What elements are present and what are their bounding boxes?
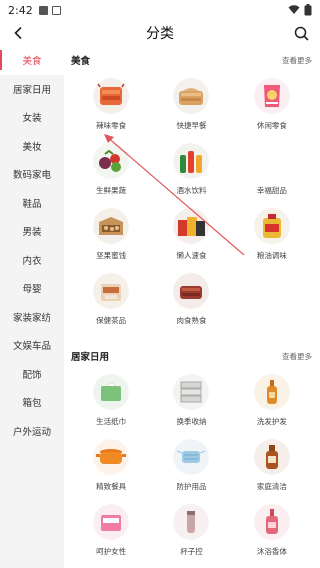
subcategory-label: 生鲜果蔬 <box>96 186 127 195</box>
meat-icon <box>173 273 210 309</box>
subcategory-grain-oil[interactable]: 粮油调味 <box>232 204 312 269</box>
mask-icon <box>173 439 210 475</box>
subcategory-cups[interactable]: 杯子控 <box>151 500 231 565</box>
nuts-box-icon <box>93 208 130 244</box>
sidebar-item-women[interactable]: 女装 <box>0 103 64 132</box>
sidebar-item-beauty[interactable]: 美妆 <box>0 132 64 161</box>
subcategory-nuts[interactable]: 坚果蜜饯 <box>71 204 151 269</box>
page-title: 分类 <box>146 26 174 42</box>
subcategory-label: 防护用品 <box>176 482 207 491</box>
subcategory-tableware[interactable]: 精致餐具 <box>71 435 151 500</box>
pot-icon <box>93 439 130 475</box>
sidebar-item-outdoor[interactable]: 户外运动 <box>0 417 64 446</box>
shampoo-icon <box>253 374 290 410</box>
sidebar-item-shoes[interactable]: 鞋品 <box>0 189 64 218</box>
tissue-icon <box>93 374 130 410</box>
subcategory-breakfast[interactable]: 快捷早餐 <box>151 74 231 139</box>
back-button[interactable] <box>8 22 30 44</box>
subcategory-label: 换季收纳 <box>176 417 207 426</box>
arrow-left-icon <box>14 26 22 40</box>
see-more-link[interactable]: 查看更多 <box>282 351 312 362</box>
subcategory-storage[interactable]: 换季收纳 <box>151 370 231 435</box>
bodywash-icon <box>253 504 290 540</box>
cup-icon <box>173 504 210 540</box>
subcategory-label: 精致餐具 <box>96 482 127 491</box>
sidebar-item-baby[interactable]: 母婴 <box>0 274 64 303</box>
section-title: 居家日用 <box>71 352 110 363</box>
subcategory-cleaning[interactable]: 家庭清洁 <box>232 435 312 500</box>
subcategory-label: 沐浴香体 <box>256 547 287 556</box>
section-header-food: 美食 查看更多 <box>71 46 312 74</box>
gallery-notification-icon <box>38 5 48 15</box>
sidebar-item-furnishing[interactable]: 家装家纺 <box>0 303 64 332</box>
subcategory-drinks[interactable]: 酒水饮料 <box>151 139 231 204</box>
subcategory-tissue[interactable]: 生活纸巾 <box>71 370 151 435</box>
header: 分类 <box>0 20 320 46</box>
tea-icon <box>93 273 130 309</box>
status-bar: 2:42 <box>0 0 320 20</box>
sidebar-item-bags[interactable]: 箱包 <box>0 388 64 417</box>
pads-icon <box>93 504 130 540</box>
subcategory-label: 粮油调味 <box>256 251 287 260</box>
subcategory-grid-home: 生活纸巾 换季收纳 洗发护发 精致餐具 防护用品 家庭清洁 呵护女性 杯子控 沐… <box>71 370 312 565</box>
storage-icon <box>173 374 210 410</box>
bread-icon <box>173 78 210 114</box>
subcategory-leisure-snacks[interactable]: 休闲零食 <box>232 74 312 139</box>
subcategory-label: 幸福甜品 <box>256 186 287 195</box>
bottles-icon <box>173 143 210 179</box>
subcategory-label: 保健茶品 <box>96 316 127 325</box>
subcategory-bodywash[interactable]: 沐浴香体 <box>232 500 312 565</box>
subcategory-label: 杯子控 <box>180 547 203 556</box>
instant-food-icon <box>173 208 210 244</box>
subcategory-label: 呵护女性 <box>96 547 127 556</box>
subcategory-instant-food[interactable]: 懒人速食 <box>151 204 231 269</box>
spicy-snack-icon <box>93 78 130 114</box>
wifi-icon <box>288 5 300 14</box>
category-sidebar: 美食 居家日用 女装 美妆 数码家电 鞋品 男装 内衣 母婴 家装家纺 文娱车品… <box>0 46 64 568</box>
sidebar-item-accessories[interactable]: 配饰 <box>0 360 64 389</box>
sidebar-item-digital[interactable]: 数码家电 <box>0 160 64 189</box>
subcategory-label: 快捷早餐 <box>176 121 207 130</box>
search-icon <box>294 26 309 41</box>
sidebar-item-food[interactable]: 美食 <box>0 46 64 75</box>
sidebar-item-men[interactable]: 男装 <box>0 217 64 246</box>
subcategory-meat[interactable]: 肉食熟食 <box>151 269 231 334</box>
subcategory-protection[interactable]: 防护用品 <box>151 435 231 500</box>
section-header-home: 居家日用 查看更多 <box>71 342 312 370</box>
oil-icon <box>253 208 290 244</box>
subcategory-fresh-produce[interactable]: 生鲜果蔬 <box>71 139 151 204</box>
subcategory-label: 家庭清洁 <box>256 482 287 491</box>
subcategory-desserts[interactable]: 幸福甜品 <box>232 139 312 204</box>
subcategory-label: 休闲零食 <box>256 121 287 130</box>
sidebar-item-home[interactable]: 居家日用 <box>0 75 64 104</box>
subcategory-feminine-care[interactable]: 呵护女性 <box>71 500 151 565</box>
subcategory-label: 懒人速食 <box>176 251 207 260</box>
chips-icon <box>253 78 290 114</box>
dessert-icon <box>253 143 290 179</box>
subcategory-shampoo[interactable]: 洗发护发 <box>232 370 312 435</box>
subcategory-health-tea[interactable]: 保健茶品 <box>71 269 151 334</box>
subcategory-grid-food: 辣味零食 快捷早餐 休闲零食 生鲜果蔬 酒水饮料 幸福甜品 坚果蜜饯 懒人速食 … <box>71 74 312 334</box>
app-notification-icon <box>51 5 61 15</box>
subcategory-label: 洗发护发 <box>256 417 287 426</box>
battery-icon <box>304 4 312 16</box>
sidebar-item-stationery-car[interactable]: 文娱车品 <box>0 331 64 360</box>
subcategory-label: 肉食熟食 <box>176 316 207 325</box>
cleaner-icon <box>253 439 290 475</box>
sidebar-item-underwear[interactable]: 内衣 <box>0 246 64 275</box>
subcategory-label: 坚果蜜饯 <box>96 251 127 260</box>
subcategory-label: 酒水饮料 <box>176 186 207 195</box>
see-more-link[interactable]: 查看更多 <box>282 55 312 66</box>
fruit-icon <box>93 143 130 179</box>
subcategory-label: 生活纸巾 <box>96 417 127 426</box>
subcategory-label: 辣味零食 <box>96 121 127 130</box>
search-button[interactable] <box>290 22 312 44</box>
status-time: 2:42 <box>8 3 33 17</box>
subcategory-spicy-snacks[interactable]: 辣味零食 <box>71 74 151 139</box>
category-content: 美食 查看更多 辣味零食 快捷早餐 休闲零食 生鲜果蔬 酒水饮料 幸福甜品 坚果… <box>64 46 320 568</box>
section-title: 美食 <box>71 56 91 67</box>
